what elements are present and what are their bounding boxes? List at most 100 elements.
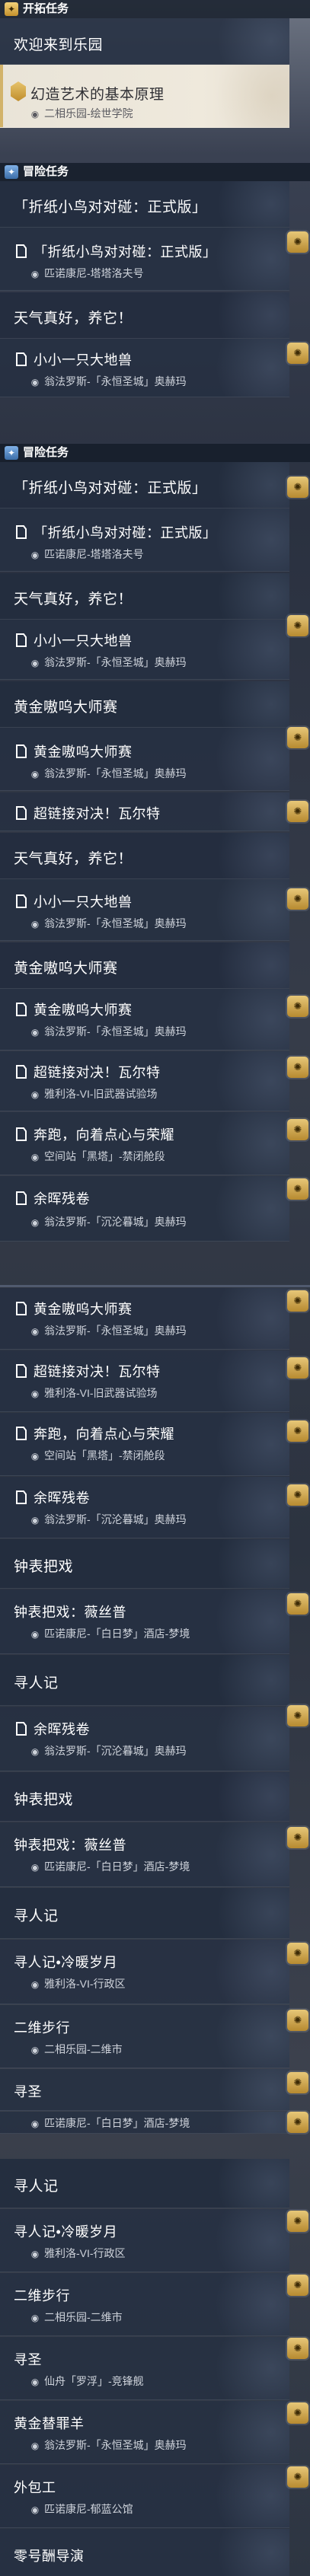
quest-group-weather[interactable]: 天气真好，养它！	[0, 833, 289, 879]
quest-marker-icon	[11, 81, 26, 101]
reward-coin-icon[interactable]: ✺	[287, 2402, 308, 2424]
quest-card-dim-walk[interactable]: 二维步行 ◉ 二相乐园-二维市	[0, 2273, 289, 2336]
quest-marker-icon	[14, 352, 29, 367]
location-pin-icon: ◉	[30, 2377, 40, 2387]
location-pin-icon: ◉	[30, 1629, 40, 1640]
location-pin-icon: ◉	[30, 109, 40, 120]
location-pin-icon: ◉	[30, 2313, 40, 2323]
reward-coin-icon[interactable]: ✺	[287, 477, 308, 498]
reward-coin-icon[interactable]: ✺	[287, 1357, 308, 1379]
reward-coin-icon[interactable]: ✺	[287, 2466, 308, 2488]
quest-card-super[interactable]: 超链接对决！瓦尔特 ◉ 雅利洛-VI-旧武器试验场	[0, 1051, 289, 1111]
quest-title: 「折纸小鸟对对碰：正式版」	[14, 241, 217, 261]
quest-group-origami[interactable]: 「折纸小鸟对对碰：正式版」	[0, 462, 289, 509]
quest-card-courier[interactable]: 外包工 ◉ 匹诺康尼-郁蓝公馆	[0, 2465, 289, 2528]
quest-card-beast[interactable]: 小小一只大地兽 ◉ 翁法罗斯-「永恒圣城」奥赫玛	[0, 339, 289, 397]
quest-card-beast[interactable]: 小小一只大地兽 ◉ 翁法罗斯-「永恒圣城」奥赫玛	[0, 879, 289, 941]
quest-card-zero[interactable]: 零号酬导演	[0, 2529, 289, 2576]
reward-coin-icon[interactable]: ✺	[287, 2211, 308, 2232]
reward-coin-icon[interactable]: ✺	[287, 888, 308, 910]
quest-group-clock[interactable]: 钟表把戏	[0, 1772, 289, 1822]
selected-indicator	[0, 65, 3, 127]
quest-card-remnant[interactable]: 余晖残卷 ◉ 翁法罗斯-「沉沦暮城」奥赫玛	[0, 1477, 289, 1538]
section-header-adventure[interactable]: ✦ 冒险任务	[0, 163, 310, 181]
quest-marker-icon	[14, 244, 29, 259]
quest-marker-icon	[14, 805, 29, 821]
section-header-adventure[interactable]: ✦ 冒险任务	[0, 444, 310, 462]
quest-card-clock[interactable]: 钟表把戏：薇丝普 ◉ 匹诺康尼-「白日梦」酒店-梦境	[0, 1822, 289, 1887]
quest-card-search[interactable]: 寻圣	[0, 2069, 289, 2111]
reward-coin-icon[interactable]: ✺	[287, 1420, 308, 1442]
quest-group-origami[interactable]: 「折纸小鸟对对碰：正式版」	[0, 181, 289, 228]
quest-card-remnant[interactable]: 余晖残卷 ◉ 翁法罗斯-「沉沦暮城」奥赫玛	[0, 1707, 289, 1771]
quest-card-clock[interactable]: 钟表把戏：薇丝普 ◉ 匹诺康尼-「白日梦」酒店-梦境	[0, 1589, 289, 1654]
quest-card-dim-walk[interactable]: 二维步行 ◉ 二相乐园-二维市	[0, 2005, 289, 2068]
quest-card-gold-master[interactable]: 黄金嗷呜大师赛 ◉ 翁法罗斯-「永恒圣城」奥赫玛	[0, 1288, 289, 1350]
quest-card-clock[interactable]: ◉ 匹诺康尼-「白日梦」酒店-梦境	[0, 2112, 289, 2134]
quest-group-title: 「折纸小鸟对对碰：正式版」	[14, 199, 207, 215]
quest-marker-icon	[14, 1363, 29, 1379]
reward-coin-icon[interactable]: ✺	[287, 2275, 308, 2296]
reward-coin-icon[interactable]: ✺	[287, 343, 308, 364]
quest-card-super[interactable]: 超链接对决！瓦尔特	[0, 792, 289, 831]
quest-card-super[interactable]: 超链接对决！瓦尔特 ◉ 雅利洛-VI-旧武器试验场	[0, 1350, 289, 1412]
quest-list-panel: ✦ 开拓任务 欢迎来到乐园 幻造艺术的基本原理 ◉ 二相乐园-绘世学院 ✦ 冒险任…	[0, 0, 310, 2576]
reward-coin-icon[interactable]: ✺	[287, 1705, 308, 1726]
reward-coin-icon[interactable]: ✺	[287, 1290, 308, 1312]
section-header-pioneer[interactable]: ✦ 开拓任务	[0, 0, 310, 18]
quest-card-beast[interactable]: 小小一只大地兽 ◉ 翁法罗斯-「永恒圣城」奥赫玛	[0, 620, 289, 680]
quest-card-welcome[interactable]: 欢迎来到乐园	[0, 18, 289, 65]
quest-group-clock[interactable]: 钟表把戏	[0, 1539, 289, 1589]
location-pin-icon: ◉	[30, 1515, 40, 1526]
location-pin-icon: ◉	[30, 2045, 40, 2055]
quest-group-seeker[interactable]: 寻人记	[0, 1888, 289, 1939]
location-pin-icon: ◉	[30, 1152, 40, 1162]
reward-coin-icon[interactable]: ✺	[287, 2010, 308, 2031]
reward-coin-icon[interactable]: ✺	[287, 1178, 308, 1200]
quest-card-gold-master[interactable]: 黄金嗷呜大师赛 ◉ 翁法罗斯-「永恒圣城」奥赫玛	[0, 989, 289, 1050]
location-pin-icon: ◉	[30, 1089, 40, 1100]
reward-coin-icon[interactable]: ✺	[287, 1057, 308, 1078]
reward-coin-icon[interactable]: ✺	[287, 231, 308, 253]
quest-card-principle[interactable]: 幻造艺术的基本原理 ◉ 二相乐园-绘世学院	[0, 65, 289, 128]
quest-card-search[interactable]: 寻圣 ◉ 仙舟「罗浮」-竞锋舰	[0, 2337, 289, 2400]
pioneer-quest-icon: ✦	[5, 2, 18, 16]
reward-coin-icon[interactable]: ✺	[287, 1827, 308, 1848]
quest-group-weather[interactable]: 天气真好，养它！	[0, 573, 289, 620]
quest-group-seeker[interactable]: 寻人记	[0, 2159, 289, 2208]
location-pin-icon: ◉	[30, 1862, 40, 1873]
location-pin-icon: ◉	[30, 1388, 40, 1399]
quest-card-run[interactable]: 奔跑，向着点心与荣耀 ◉ 空间站「黑塔」-禁闭舱段	[0, 1413, 289, 1476]
location-pin-icon: ◉	[30, 1746, 40, 1757]
reward-coin-icon[interactable]: ✺	[287, 2338, 308, 2359]
quest-card-seeker[interactable]: 寻人记•冷暖岁月 ◉ 雅利洛-VI-行政区	[0, 1940, 289, 2004]
quest-card-origami[interactable]: 「折纸小鸟对对碰：正式版」 ◉ 匹诺康尼-塔塔洛夫号	[0, 509, 289, 572]
reward-coin-icon[interactable]: ✺	[287, 1119, 308, 1140]
quest-marker-icon	[14, 894, 29, 909]
quest-group-gold-master[interactable]: 黄金嗷呜大师赛	[0, 681, 289, 728]
reward-coin-icon[interactable]: ✺	[287, 1593, 308, 1615]
reward-coin-icon[interactable]: ✺	[287, 801, 308, 822]
reward-coin-icon[interactable]: ✺	[287, 1484, 308, 1506]
reward-coin-icon[interactable]: ✺	[287, 996, 308, 1017]
quest-card-gold-goat[interactable]: 黄金替罪羊 ◉ 翁法罗斯-「永恒圣城」奥赫玛	[0, 2401, 289, 2464]
reward-coin-icon[interactable]: ✺	[287, 615, 308, 636]
reward-coin-icon[interactable]: ✺	[287, 2112, 308, 2133]
quest-card-origami[interactable]: 「折纸小鸟对对碰：正式版」 ◉ 匹诺康尼-塔塔洛夫号	[0, 228, 289, 291]
quest-card-gold-master[interactable]: 黄金嗷呜大师赛 ◉ 翁法罗斯-「永恒圣城」奥赫玛	[0, 728, 289, 791]
reward-coin-icon[interactable]: ✺	[287, 1943, 308, 1964]
quest-group-seeker[interactable]: 寻人记	[0, 1655, 289, 1706]
reward-coin-icon[interactable]: ✺	[287, 727, 308, 748]
quest-group-gold-master[interactable]: 黄金嗷呜大师赛	[0, 942, 289, 989]
quest-card-run[interactable]: 奔跑，向着点心与荣耀 ◉ 空间站「黑塔」-禁闭舱段	[0, 1112, 289, 1175]
quest-group-weather[interactable]: 天气真好，养它！	[0, 292, 289, 339]
location-pin-icon: ◉	[30, 2119, 40, 2129]
quest-card-remnant[interactable]: 余晖残卷 ◉ 翁法罗斯-「沉沦暮城」奥赫玛	[0, 1176, 289, 1242]
quest-card-seeker[interactable]: 寻人记•冷暖岁月 ◉ 雅利洛-VI-行政区	[0, 2209, 289, 2272]
reward-coin-icon[interactable]: ✺	[287, 2072, 308, 2093]
quest-marker-icon	[14, 1064, 29, 1079]
quest-marker-icon	[14, 524, 29, 540]
quest-marker-icon	[14, 1426, 29, 1441]
divider	[0, 1285, 310, 1287]
quest-marker-icon	[14, 1127, 29, 1142]
